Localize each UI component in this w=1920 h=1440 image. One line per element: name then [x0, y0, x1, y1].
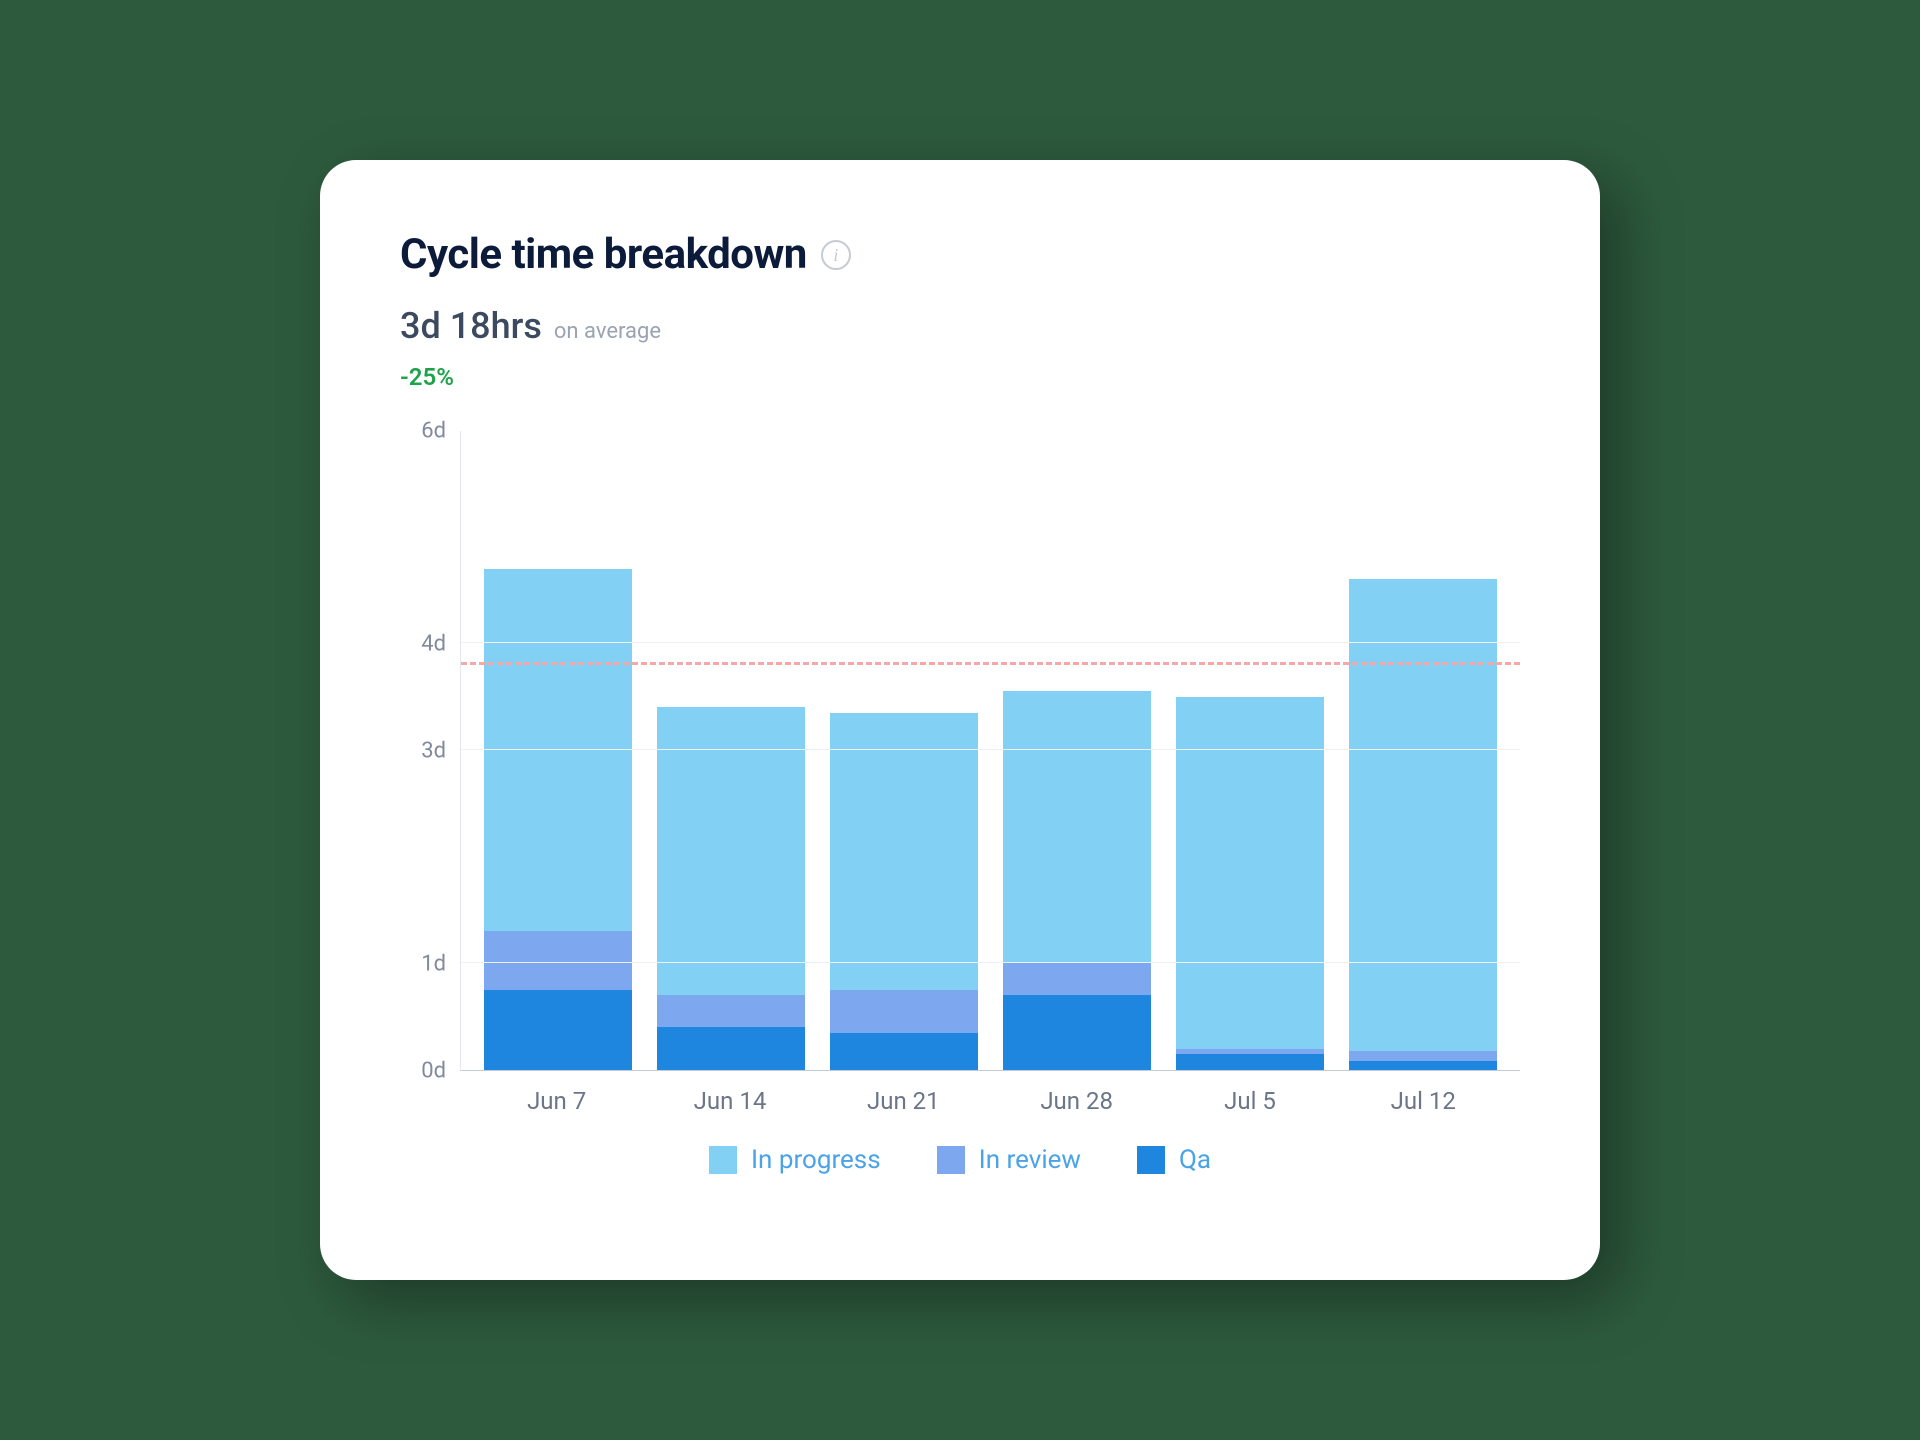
- bar-segment: [1349, 1061, 1497, 1070]
- bar[interactable]: [657, 707, 805, 1070]
- x-tick-label: Jul 5: [1176, 1087, 1324, 1115]
- x-tick-label: Jun 28: [1003, 1087, 1151, 1115]
- swatch-in-progress: [709, 1146, 737, 1174]
- plot-area: [460, 431, 1520, 1071]
- y-tick-label: 6d: [421, 419, 446, 444]
- bar-segment: [1349, 1051, 1497, 1062]
- bar-segment: [657, 707, 805, 995]
- legend-item-qa: Qa: [1137, 1145, 1211, 1175]
- y-tick-label: 3d: [421, 739, 446, 764]
- bar-segment: [1003, 995, 1151, 1070]
- metric-delta: -25%: [400, 363, 1520, 391]
- metric-row: 3d 18hrs on average: [400, 305, 1520, 347]
- chart-card: Cycle time breakdown i 3d 18hrs on avera…: [320, 160, 1600, 1280]
- bar-segment: [1176, 1054, 1324, 1070]
- legend: In progress In review Qa: [400, 1145, 1520, 1175]
- grid-line: [461, 749, 1520, 750]
- swatch-qa: [1137, 1146, 1165, 1174]
- info-icon[interactable]: i: [821, 240, 851, 270]
- bar[interactable]: [1176, 697, 1324, 1070]
- bar[interactable]: [1349, 579, 1497, 1070]
- bar-segment: [657, 1027, 805, 1070]
- metric-value: 3d 18hrs: [400, 305, 542, 347]
- bars-container: [461, 431, 1520, 1070]
- legend-item-in-review: In review: [937, 1145, 1081, 1175]
- x-tick-label: Jun 21: [829, 1087, 977, 1115]
- y-tick-label: 4d: [421, 632, 446, 657]
- bar-segment: [1349, 579, 1497, 1050]
- bar[interactable]: [484, 569, 632, 1070]
- legend-item-in-progress: In progress: [709, 1145, 881, 1175]
- legend-label-qa: Qa: [1179, 1145, 1211, 1175]
- chart-title: Cycle time breakdown: [400, 230, 807, 279]
- bar-segment: [830, 990, 978, 1033]
- metric-suffix: on average: [554, 319, 661, 344]
- bar-segment: [484, 990, 632, 1070]
- y-tick-label: 0d: [421, 1059, 446, 1084]
- x-tick-label: Jul 12: [1349, 1087, 1497, 1115]
- x-tick-label: Jun 7: [483, 1087, 631, 1115]
- y-tick-label: 1d: [421, 952, 446, 977]
- grid-line: [461, 642, 1520, 643]
- bar-segment: [830, 713, 978, 990]
- grid-line: [461, 962, 1520, 963]
- bar[interactable]: [830, 713, 978, 1070]
- reference-line: [461, 662, 1520, 665]
- bar-segment: [657, 995, 805, 1027]
- title-row: Cycle time breakdown i: [400, 230, 1520, 279]
- bar-segment: [484, 569, 632, 932]
- x-tick-label: Jun 14: [656, 1087, 804, 1115]
- swatch-in-review: [937, 1146, 965, 1174]
- bar-segment: [830, 1033, 978, 1070]
- bar-segment: [1003, 963, 1151, 995]
- y-axis: 0d1d3d4d6d: [400, 431, 460, 1071]
- bar-segment: [484, 931, 632, 990]
- chart-area: 0d1d3d4d6d: [400, 431, 1520, 1071]
- bar-segment: [1003, 691, 1151, 963]
- legend-label-in-progress: In progress: [751, 1145, 881, 1175]
- legend-label-in-review: In review: [979, 1145, 1081, 1175]
- x-axis: Jun 7 Jun 14 Jun 21 Jun 28 Jul 5 Jul 12: [460, 1071, 1520, 1115]
